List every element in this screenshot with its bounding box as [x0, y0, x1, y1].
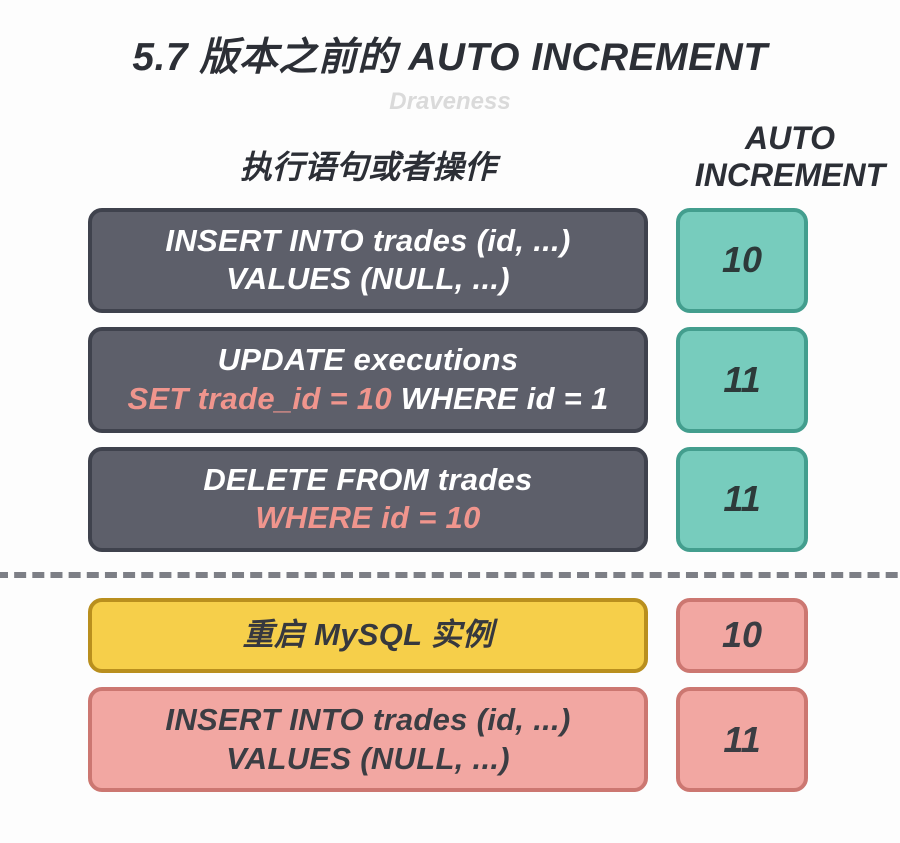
value-text: 11 — [723, 719, 760, 761]
value-box: 11 — [676, 447, 808, 553]
value-box: 11 — [676, 687, 808, 793]
value-text: 11 — [723, 359, 760, 401]
value-text: 10 — [722, 239, 762, 281]
value-box: 10 — [676, 208, 808, 314]
op-line1: INSERT INTO trades (id, ...) — [165, 223, 570, 258]
value-box: 11 — [676, 327, 808, 433]
column-header-autoincrement-line2: INCREMENT — [695, 157, 885, 193]
value-text: 11 — [723, 478, 760, 520]
op-single: 重启 MySQL 实例 — [243, 617, 494, 652]
diagram-grid: 执行语句或者操作 AUTO INCREMENT INSERT INTO trad… — [88, 120, 864, 792]
column-header-autoincrement-line1: AUTO — [745, 120, 835, 156]
op-line2: VALUES (NULL, ...) — [226, 741, 510, 776]
operation-box: INSERT INTO trades (id, ...) VALUES (NUL… — [88, 687, 648, 793]
operation-box: DELETE FROM trades WHERE id = 10 — [88, 447, 648, 553]
op-line2-accent: SET trade_id = 10 — [127, 381, 391, 416]
op-line2-suffix: WHERE id = 1 — [392, 381, 609, 416]
op-line2: VALUES (NULL, ...) — [226, 261, 510, 296]
diagram-title: 5.7 版本之前的 AUTO INCREMENT — [36, 26, 864, 82]
section-divider — [0, 572, 900, 578]
operation-box: INSERT INTO trades (id, ...) VALUES (NUL… — [88, 208, 648, 314]
op-line2-accent: WHERE id = 10 — [255, 500, 480, 535]
op-line1: INSERT INTO trades (id, ...) — [165, 702, 570, 737]
operation-box: UPDATE executions SET trade_id = 10 WHER… — [88, 327, 648, 433]
value-text: 10 — [722, 614, 762, 656]
column-header-autoincrement: AUTO INCREMENT — [676, 120, 900, 194]
operation-box-restart: 重启 MySQL 实例 — [88, 598, 648, 673]
op-line1: UPDATE executions — [218, 342, 519, 377]
op-line1: DELETE FROM trades — [203, 462, 532, 497]
column-header-operations: 执行语句或者操作 — [88, 142, 648, 194]
value-box: 10 — [676, 598, 808, 673]
diagram-author: Draveness — [36, 88, 864, 116]
